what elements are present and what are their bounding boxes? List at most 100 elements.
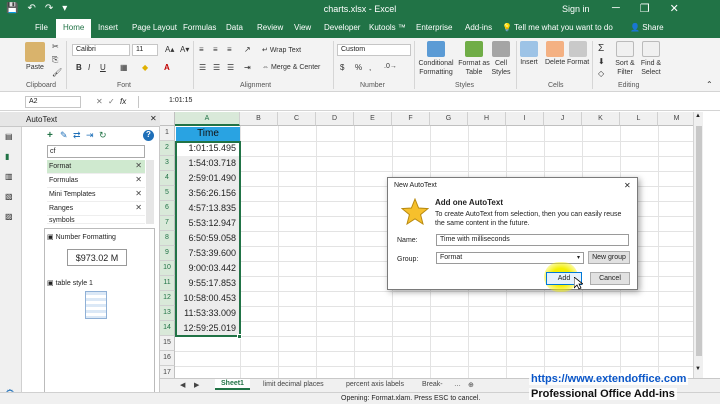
time-cell[interactable]: 1:01:15.495 [176, 141, 240, 156]
shrink-font-icon[interactable]: A▾ [180, 45, 189, 54]
scroll-down-icon[interactable]: ▼ [695, 366, 701, 372]
column-header[interactable]: B [240, 112, 278, 126]
clear-icon[interactable]: ◇ [598, 69, 604, 78]
move-icon[interactable]: ⇥ [86, 130, 94, 141]
edit-icon[interactable]: ✎ [60, 130, 68, 141]
format-as-table-button[interactable]: Format as Table [457, 41, 491, 77]
help-icon[interactable]: ? [143, 130, 154, 141]
fill-icon[interactable]: ⬇ [598, 57, 605, 66]
merge-center-button[interactable]: ⇔ Merge & Center [262, 64, 320, 71]
find-icon[interactable]: ▨ [5, 212, 13, 221]
category-item[interactable]: Formulas ✕ [47, 174, 145, 188]
new-group-button[interactable]: New group [588, 251, 630, 264]
borders-icon[interactable]: ▦ [120, 63, 128, 72]
select-all-corner[interactable] [160, 112, 175, 126]
formula-input[interactable]: 1:01:15 [138, 96, 698, 108]
time-cell[interactable]: 6:50:59.058 [176, 231, 240, 246]
cancel-button[interactable]: Cancel [590, 272, 630, 285]
tab-data[interactable]: Data [226, 23, 243, 32]
name-box[interactable]: A2 [25, 96, 81, 108]
align-middle-icon[interactable]: ≡ [213, 45, 218, 54]
entry-preview[interactable]: $973.02 M [67, 249, 127, 266]
tab-review[interactable]: Review [257, 23, 283, 32]
format-cells-button[interactable]: Format [567, 41, 589, 66]
tab-file[interactable]: File [35, 23, 48, 32]
category-item[interactable]: Ranges ✕ [47, 202, 145, 216]
percent-button[interactable]: % [355, 63, 362, 72]
refresh-icon[interactable]: ↻ [99, 130, 107, 141]
orientation-icon[interactable]: ↗ [244, 45, 251, 54]
entry-table-style[interactable]: ▣ table style 1 [47, 279, 93, 287]
column-header[interactable]: H [468, 112, 506, 126]
row-header[interactable]: 17 [160, 366, 175, 378]
tab-developer[interactable]: Developer [324, 23, 360, 32]
row-header[interactable]: 9 [160, 246, 175, 261]
tab-enterprise[interactable]: Enterprise [416, 23, 452, 32]
restore-button[interactable]: ❐ [640, 2, 650, 15]
tell-me-box[interactable]: 💡 Tell me what you want to do [502, 23, 613, 32]
column-header[interactable]: C [278, 112, 316, 126]
entry-number-formatting[interactable]: ▣ Number Formatting [47, 233, 116, 241]
sheet-tab-limit-decimal[interactable]: limit decimal places [257, 380, 330, 389]
row-header[interactable]: 15 [160, 336, 175, 351]
align-right-icon[interactable]: ☰ [227, 63, 234, 72]
tab-formulas[interactable]: Formulas [183, 23, 216, 32]
tab-kutools[interactable]: Kutools ™ [369, 23, 406, 32]
name-input[interactable]: Time with milliseconds [436, 234, 629, 246]
row-header[interactable]: 7 [160, 216, 175, 231]
row-header[interactable]: 16 [160, 351, 175, 366]
column-header[interactable]: D [316, 112, 354, 126]
underline-button[interactable]: U [100, 63, 106, 72]
find-select-button[interactable]: Find & Select [638, 41, 664, 77]
column-header[interactable]: G [430, 112, 468, 126]
dialog-close-button[interactable]: ✕ [624, 181, 631, 190]
row-header[interactable]: 10 [160, 261, 175, 276]
time-cell[interactable]: 10:58:00.453 [176, 291, 240, 306]
sign-in-link[interactable]: Sign in [562, 4, 590, 14]
column-header[interactable]: F [392, 112, 430, 126]
category-item[interactable]: Format ✕ [47, 160, 145, 174]
row-header[interactable]: 14 [160, 321, 175, 336]
column-header[interactable]: E [354, 112, 392, 126]
column-header[interactable]: A [175, 112, 240, 126]
row-header[interactable]: 8 [160, 231, 175, 246]
time-cell[interactable]: 12:59:25.019 [176, 321, 240, 336]
column-header[interactable]: K [582, 112, 620, 126]
row-header[interactable]: 11 [160, 276, 175, 291]
enter-formula-icon[interactable]: ✓ [108, 97, 115, 106]
sheet-tab-percent-axis[interactable]: percent axis labels [340, 380, 410, 389]
column-list-icon[interactable]: ▥ [5, 172, 13, 181]
comma-button[interactable]: , [369, 63, 371, 72]
add-icon[interactable]: + [47, 130, 53, 141]
align-center-icon[interactable]: ☰ [213, 63, 220, 72]
sheet-tab-sheet1[interactable]: Sheet1 [215, 379, 250, 390]
scroll-up-icon[interactable]: ▲ [695, 113, 701, 119]
row-header[interactable]: 2 [160, 141, 175, 156]
category-item[interactable]: Mini Templates ✕ [47, 188, 145, 202]
delete-category-icon[interactable]: ✕ [135, 175, 142, 184]
tab-page-layout[interactable]: Page Layout [132, 23, 177, 32]
navigation-icon[interactable]: ▤ [5, 132, 13, 141]
time-cell[interactable]: 1:54:03.718 [176, 156, 240, 171]
increase-decimal-icon[interactable]: .0→ [384, 63, 397, 70]
time-header-cell[interactable]: Time [176, 127, 240, 141]
conditional-formatting-button[interactable]: Conditional Formatting [416, 41, 456, 77]
align-top-icon[interactable]: ≡ [199, 45, 204, 54]
next-sheet-icon[interactable]: ▶ [188, 380, 205, 390]
category-item[interactable]: symbols [47, 216, 145, 224]
close-pane-icon[interactable]: ✕ [150, 114, 157, 123]
grow-font-icon[interactable]: A▴ [165, 45, 174, 54]
collapse-ribbon-icon[interactable]: ⌃ [706, 80, 713, 89]
column-header[interactable]: I [506, 112, 544, 126]
category-scrollbar[interactable] [146, 160, 154, 224]
tab-view[interactable]: View [294, 23, 311, 32]
row-header[interactable]: 12 [160, 291, 175, 306]
align-left-icon[interactable]: ☰ [199, 63, 206, 72]
time-cell[interactable]: 9:00:03.442 [176, 261, 240, 276]
time-cell[interactable]: 5:53:12.947 [176, 216, 240, 231]
bold-button[interactable]: B [76, 63, 82, 72]
time-cell[interactable]: 4:57:13.835 [176, 201, 240, 216]
italic-button[interactable]: I [88, 63, 90, 72]
copy-icon[interactable]: ⎘ [52, 55, 58, 65]
scroll-thumb[interactable] [696, 126, 702, 356]
